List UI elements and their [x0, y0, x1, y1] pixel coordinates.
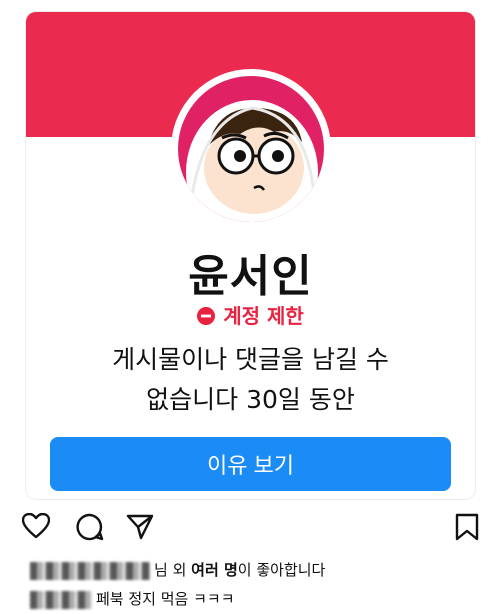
blurred-username	[30, 590, 92, 609]
post-actions-bar	[0, 512, 500, 545]
likes-suffix: 이 좋아합니다	[237, 561, 326, 579]
bookmark-icon[interactable]	[455, 513, 479, 545]
likes-bold-text[interactable]: 여러 명	[191, 561, 238, 579]
heart-icon[interactable]	[21, 512, 51, 543]
restriction-status: 계정 제한	[26, 300, 475, 329]
likes-prefix: 님 외	[154, 561, 192, 579]
avatar-ring	[171, 69, 331, 229]
restriction-label: 계정 제한	[223, 304, 304, 328]
comment-icon[interactable]	[76, 513, 104, 545]
likes-line: 님 외 여러 명이 좋아합니다	[30, 559, 470, 585]
caption-text: 페북 정지 먹음 ㅋㅋㅋ	[96, 590, 235, 608]
profile-name: 윤서인	[188, 251, 313, 302]
description-line-2: 없습니다 30일 동안	[146, 385, 355, 414]
post-caption: 페북 정지 먹음 ㅋㅋㅋ	[30, 588, 470, 614]
blurred-username	[30, 561, 150, 580]
restriction-card: 윤서인 계정 제한 게시물이나 댓글을 남길 수 없습니다 30일 동안 이유 …	[26, 12, 475, 499]
minus-circle-icon	[197, 306, 216, 325]
see-reason-button[interactable]: 이유 보기	[50, 437, 451, 491]
avatar	[178, 76, 324, 222]
restriction-description: 게시물이나 댓글을 남길 수 없습니다 30일 동안	[26, 340, 475, 420]
share-icon[interactable]	[126, 513, 154, 545]
description-line-1: 게시물이나 댓글을 남길 수	[112, 345, 389, 374]
avatar-cartoon-illustration	[186, 100, 318, 222]
